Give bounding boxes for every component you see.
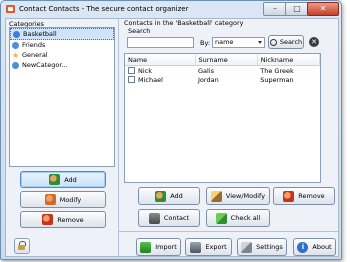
tools-icon	[241, 241, 253, 253]
about-label: About	[312, 243, 332, 251]
add-contact-label: Add	[170, 192, 183, 200]
remove-contact-button[interactable]: Remove	[273, 187, 335, 205]
export-disk-icon	[190, 241, 202, 253]
modify-category-button[interactable]: Modify	[20, 191, 106, 208]
cell-text: Nick	[138, 66, 153, 75]
contact-button[interactable]: Contact	[138, 209, 200, 227]
globe-icon	[12, 61, 19, 69]
table-row[interactable]: Nick Galis The Greek	[125, 66, 320, 76]
settings-button[interactable]: Settings	[237, 238, 287, 256]
cell-nickname: The Greek	[257, 66, 319, 76]
category-item-label: Friends	[22, 41, 46, 49]
panel-divider	[118, 19, 119, 256]
search-by-value: name	[215, 38, 234, 46]
cell-text: Superman	[260, 75, 294, 84]
cell-surname: Galis	[195, 66, 257, 76]
cell-nickname: Superman	[257, 75, 319, 84]
contact-card-icon	[148, 212, 160, 224]
category-item-label: General	[22, 51, 48, 59]
close-button[interactable]: ✕	[307, 2, 339, 16]
add-category-button[interactable]: Add	[20, 171, 106, 188]
star-icon: ★	[12, 50, 20, 60]
cell-name: Michael	[125, 75, 195, 84]
row-checkbox[interactable]	[128, 66, 135, 74]
category-item[interactable]: Basketball	[10, 28, 114, 40]
about-button[interactable]: i About	[293, 238, 336, 256]
cell-text: Jordan	[198, 75, 219, 84]
maximize-button[interactable]: □	[285, 2, 309, 16]
contacts-heading: Contacts in the 'Basketball' category	[124, 19, 244, 27]
row-checkbox[interactable]	[128, 75, 135, 83]
globe-icon	[12, 41, 19, 49]
window-title: Contact Contacts - The secure contact or…	[19, 5, 189, 13]
client-area: Categories Basketball Friends ★ General NewC…	[5, 18, 339, 257]
add-person-icon	[49, 174, 61, 185]
add-category-label: Add	[64, 175, 77, 184]
category-item-label: Basketball	[23, 30, 57, 38]
app-window: Contact Contacts - The secure contact or…	[0, 0, 342, 260]
search-by-select[interactable]: name	[212, 37, 265, 48]
search-input[interactable]	[127, 37, 194, 48]
check-all-label: Check all	[230, 214, 261, 222]
remove-person-icon	[283, 190, 295, 202]
cell-surname: Jordan	[195, 75, 257, 84]
cell-text: Michael	[138, 75, 163, 84]
chevron-down-icon	[258, 41, 262, 44]
import-arrow-icon	[140, 241, 152, 253]
modify-category-label: Modify	[59, 195, 82, 204]
search-button-label: Search	[279, 38, 303, 46]
view-modify-label: View/Modify	[225, 192, 266, 200]
cell-name: Nick	[125, 66, 195, 76]
remove-person-icon	[42, 214, 54, 225]
remove-contact-label: Remove	[298, 192, 325, 200]
category-item-label: NewCategor...	[22, 61, 68, 69]
clear-search-button[interactable]: ✕	[309, 37, 319, 47]
column-header-surname[interactable]: Surname	[195, 54, 258, 66]
column-header-nickname[interactable]: Nickname	[257, 54, 321, 66]
check-all-icon	[215, 212, 227, 224]
categories-list[interactable]: Basketball Friends ★ General NewCategor...	[9, 27, 115, 167]
add-contact-button[interactable]: Add	[138, 187, 200, 205]
category-item[interactable]: ★ General	[10, 50, 114, 60]
contact-label: Contact	[163, 214, 190, 222]
lock-icon[interactable]	[14, 238, 30, 254]
by-label: By:	[200, 39, 211, 47]
title-bar[interactable]: Contact Contacts - The secure contact or…	[1, 1, 341, 18]
footer-divider	[119, 231, 338, 232]
add-person-icon	[155, 190, 167, 202]
contacts-table[interactable]: Name Surname Nickname Nick Galis The Greek…	[124, 53, 321, 183]
remove-category-button[interactable]: Remove	[20, 211, 106, 228]
check-all-button[interactable]: Check all	[206, 209, 270, 227]
column-header-name[interactable]: Name	[125, 54, 196, 66]
globe-icon	[13, 30, 20, 38]
cell-text: The Greek	[260, 66, 294, 75]
table-row[interactable]: Michael Jordan Superman	[125, 75, 320, 84]
magnifier-icon	[269, 38, 277, 46]
export-label: Export	[205, 243, 227, 251]
app-icon	[6, 5, 15, 13]
category-item[interactable]: Friends	[10, 40, 114, 50]
view-modify-contact-button[interactable]: View/Modify	[206, 187, 270, 205]
import-button[interactable]: Import	[136, 238, 181, 256]
cell-text: Galis	[198, 66, 215, 75]
edit-person-icon	[210, 190, 222, 202]
search-label: Search	[128, 27, 151, 35]
category-item[interactable]: NewCategor...	[10, 60, 114, 70]
remove-category-label: Remove	[57, 215, 84, 224]
search-button[interactable]: Search	[268, 35, 304, 49]
settings-label: Settings	[256, 243, 283, 251]
minimize-button[interactable]: –	[263, 2, 287, 16]
export-button[interactable]: Export	[185, 238, 232, 256]
modify-person-icon	[44, 194, 56, 205]
import-label: Import	[155, 243, 177, 251]
info-icon: i	[297, 241, 309, 253]
